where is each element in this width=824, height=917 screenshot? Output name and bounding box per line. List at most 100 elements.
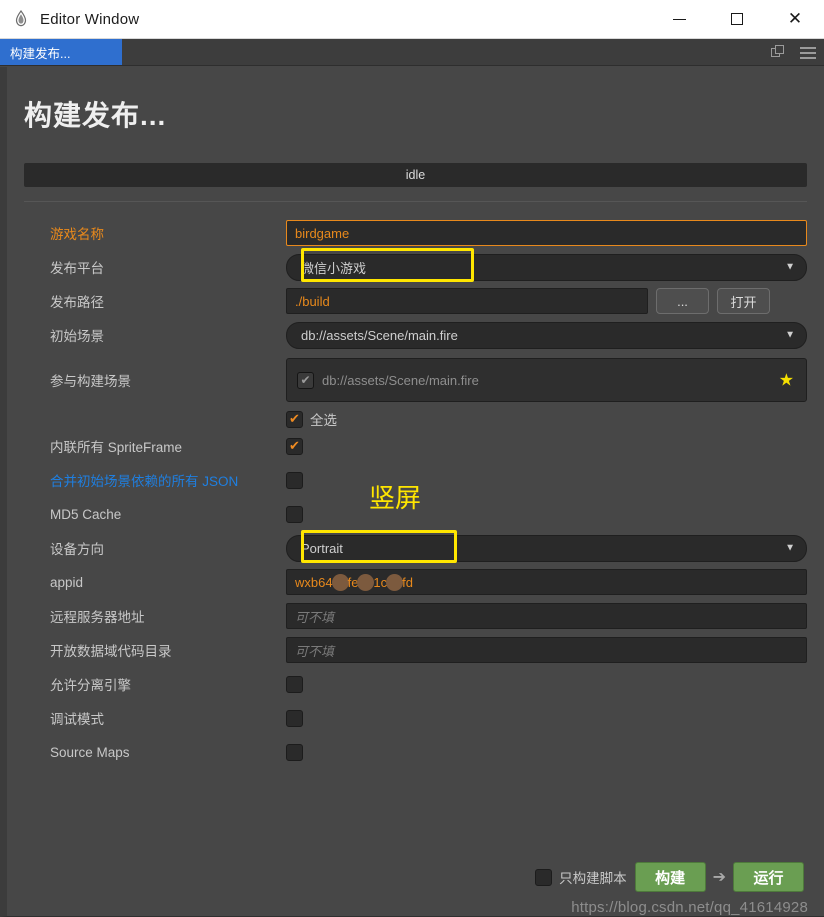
label-included-scenes: 参与构建场景	[50, 374, 131, 389]
build-path-value: ./build	[295, 293, 330, 309]
label-md5-cache: MD5 Cache	[50, 506, 122, 522]
open-path-button[interactable]: 打开	[717, 288, 770, 314]
hamburger-menu-icon[interactable]	[800, 46, 816, 59]
row-appid: appid wxb64 fe 1c fd	[24, 565, 807, 599]
chevron-down-icon: ▼	[785, 542, 795, 554]
appid-prefix: wxb64	[295, 574, 333, 590]
label-remote-server: 远程服务器地址	[50, 610, 145, 625]
included-scenes-list: db://assets/Scene/main.fire ★	[286, 358, 807, 402]
appid-suffix: fd	[402, 574, 413, 590]
remote-server-placeholder: 可不填	[295, 609, 335, 625]
start-scene-value: db://assets/Scene/main.fire	[301, 327, 458, 343]
tab-strip: 构建发布...	[0, 39, 824, 66]
label-merge-json[interactable]: 合并初始场景依赖的所有 JSON	[24, 470, 286, 490]
remote-server-input[interactable]: 可不填	[286, 603, 807, 629]
page-title: 构建发布...	[24, 100, 167, 131]
platform-select[interactable]: 微信小游戏 ▼	[286, 253, 807, 281]
select-all-checkbox[interactable]	[286, 410, 303, 428]
orientation-select[interactable]: Portrait ▼	[286, 534, 807, 562]
platform-value: 微信小游戏	[301, 260, 367, 276]
row-md5-cache: MD5 Cache 竖屏	[24, 485, 807, 531]
row-orientation: 设备方向 Portrait ▼	[24, 530, 807, 565]
appid-mid2: 1c	[373, 574, 388, 590]
browse-label: ...	[677, 293, 688, 309]
start-scene-select[interactable]: db://assets/Scene/main.fire ▼	[286, 321, 807, 349]
window-title: Editor Window	[40, 10, 140, 28]
label-appid: appid	[50, 574, 84, 590]
game-name-value: birdgame	[295, 225, 350, 241]
label-build-path: 发布路径	[50, 295, 104, 310]
watermark: https://blog.csdn.net/qq_41614928	[571, 899, 808, 916]
build-button-label: 构建	[655, 869, 686, 887]
maximize-button[interactable]	[708, 0, 766, 38]
label-start-scene: 初始场景	[50, 329, 104, 344]
redaction-blob	[386, 573, 404, 591]
list-item[interactable]: db://assets/Scene/main.fire	[297, 371, 479, 389]
status-text: idle	[405, 168, 426, 182]
label-inline-spriteframe: 内联所有 SpriteFrame	[50, 440, 183, 455]
script-only-checkbox[interactable]	[535, 868, 553, 886]
row-inline-spriteframe: 内联所有 SpriteFrame	[24, 429, 807, 463]
label-debug-mode: 调试模式	[50, 712, 104, 727]
label-game-name: 游戏名称	[50, 227, 104, 242]
row-open-data-dir: 开放数据域代码目录 可不填	[24, 633, 807, 667]
select-all-label: 全选	[310, 413, 337, 428]
footer-action-bar: 只构建脚本 构建 ➔ 运行	[14, 860, 824, 894]
flame-icon	[10, 8, 32, 30]
merge-json-checkbox[interactable]	[286, 471, 303, 489]
inline-spriteframe-checkbox[interactable]	[286, 437, 303, 455]
redaction-blob	[357, 573, 375, 591]
debug-mode-checkbox[interactable]	[286, 709, 303, 727]
separate-engine-checkbox[interactable]	[286, 675, 303, 693]
source-maps-checkbox[interactable]	[286, 743, 303, 761]
appid-value: wxb64 fe 1c fd	[295, 573, 413, 591]
open-data-dir-input[interactable]: 可不填	[286, 637, 807, 663]
row-debug-mode: 调试模式	[24, 701, 807, 735]
tab-build-publish[interactable]: 构建发布...	[0, 39, 122, 65]
script-only-row[interactable]: 只构建脚本	[535, 867, 627, 887]
row-build-path: 发布路径 ./build ... 打开	[24, 284, 807, 318]
run-button[interactable]: 运行	[733, 862, 804, 892]
status-bar: idle	[24, 163, 807, 187]
game-name-input[interactable]: birdgame	[286, 220, 807, 246]
run-button-label: 运行	[753, 869, 784, 887]
build-panel: 构建发布... idle 游戏名称 birdgame 发布平台 微信小游戏 ▼ …	[0, 67, 824, 917]
row-start-scene: 初始场景 db://assets/Scene/main.fire ▼	[24, 318, 807, 352]
label-separate-engine: 允许分离引擎	[50, 678, 131, 693]
label-source-maps: Source Maps	[50, 744, 130, 760]
row-remote-server: 远程服务器地址 可不填	[24, 599, 807, 633]
select-all-row[interactable]: 全选	[286, 402, 807, 429]
redaction-blob	[331, 573, 349, 591]
star-icon[interactable]: ★	[779, 372, 794, 389]
row-game-name: 游戏名称 birdgame	[24, 216, 807, 250]
arrow-right-icon: ➔	[712, 869, 726, 886]
label-open-data-dir: 开放数据域代码目录	[50, 644, 172, 659]
window-controls: ✕	[650, 0, 824, 38]
orientation-annotation-text: 竖屏	[369, 483, 422, 513]
build-path-input[interactable]: ./build	[286, 288, 648, 314]
tab-label: 构建发布...	[10, 46, 71, 61]
appid-input[interactable]: wxb64 fe 1c fd	[286, 569, 807, 595]
script-only-label: 只构建脚本	[559, 871, 627, 886]
editor-window: Editor Window ✕ 构建发布... 构建发布... idle 游戏名…	[0, 0, 824, 917]
md5-cache-checkbox[interactable]	[286, 505, 303, 523]
scene-item-checkbox[interactable]	[297, 371, 314, 389]
chevron-down-icon: ▼	[785, 329, 795, 341]
browse-path-button[interactable]: ...	[656, 288, 709, 314]
close-button[interactable]: ✕	[766, 0, 824, 38]
row-source-maps: Source Maps	[24, 735, 807, 769]
build-settings-form: 游戏名称 birdgame 发布平台 微信小游戏 ▼ 发布路径 ./build …	[7, 202, 824, 769]
row-separate-engine: 允许分离引擎	[24, 667, 807, 701]
window-titlebar: Editor Window ✕	[0, 0, 824, 39]
chevron-down-icon: ▼	[785, 261, 795, 273]
minimize-button[interactable]	[650, 0, 708, 38]
popout-icon[interactable]	[771, 45, 786, 60]
label-orientation: 设备方向	[50, 542, 104, 557]
row-platform: 发布平台 微信小游戏 ▼	[24, 248, 807, 284]
scene-item-label: db://assets/Scene/main.fire	[322, 372, 479, 388]
label-platform: 发布平台	[50, 261, 104, 276]
open-label: 打开	[730, 294, 757, 310]
orientation-value: Portrait	[301, 540, 343, 556]
open-data-dir-placeholder: 可不填	[295, 643, 335, 659]
build-button[interactable]: 构建	[634, 862, 706, 892]
